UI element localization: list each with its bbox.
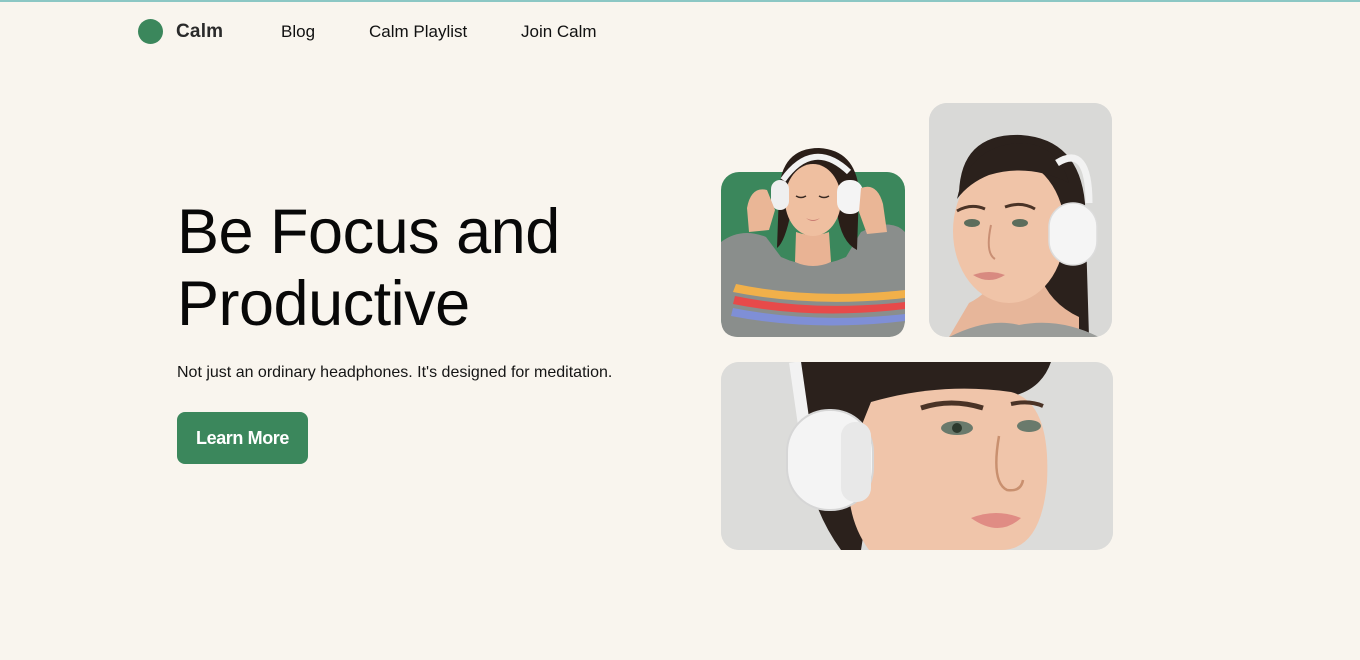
hero-subtitle: Not just an ordinary headphones. It's de… xyxy=(177,364,613,381)
nav-link-join-calm[interactable]: Join Calm xyxy=(521,22,597,42)
logo-text[interactable]: Calm xyxy=(176,21,223,43)
image-woman-headphones-green xyxy=(721,148,905,337)
logo-icon[interactable] xyxy=(138,19,163,44)
woman-headphones-illustration xyxy=(721,148,905,337)
nav-link-calm-playlist[interactable]: Calm Playlist xyxy=(369,22,467,42)
image-woman-headphones-closeup xyxy=(721,362,1113,550)
top-nav: Calm Blog Calm Playlist Join Calm xyxy=(0,2,1360,64)
page: Calm Blog Calm Playlist Join Calm Be Foc… xyxy=(0,0,1360,660)
hero-title-line-1: Be Focus and xyxy=(177,197,560,267)
hero-title: Be Focus and Productive xyxy=(177,196,637,340)
nav-link-blog[interactable]: Blog xyxy=(281,22,315,42)
image-woman-headphones-portrait xyxy=(929,103,1112,337)
woman-closeup-illustration xyxy=(721,362,1113,550)
learn-more-button[interactable]: Learn More xyxy=(177,412,308,464)
hero-title-line-2: Productive xyxy=(177,269,470,339)
woman-portrait-illustration xyxy=(929,103,1112,337)
